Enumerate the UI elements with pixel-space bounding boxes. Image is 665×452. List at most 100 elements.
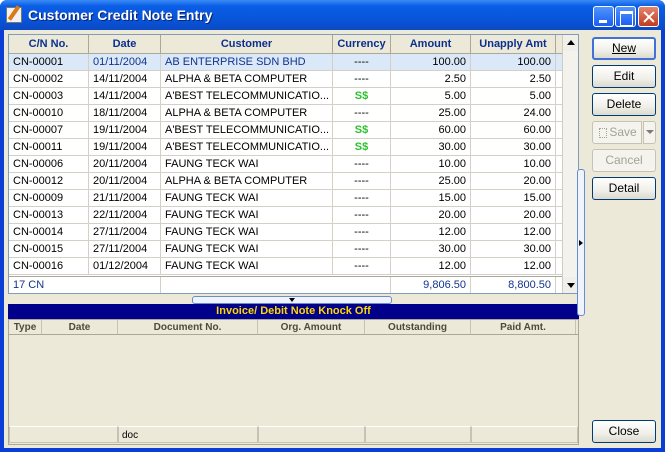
footer-cell-4	[365, 426, 471, 443]
cell-currency: ----	[333, 156, 391, 172]
cell-cn-no: CN-00006	[9, 156, 89, 172]
col-amount[interactable]: Amount	[391, 35, 471, 53]
table-row[interactable]: CN-00010 18/11/2004 ALPHA & BETA COMPUTER -…	[9, 105, 578, 122]
col-date[interactable]: Date	[89, 35, 161, 53]
cell-customer: FAUNG TECK WAI	[161, 207, 333, 223]
cell-unapply: 2.50	[471, 71, 556, 87]
edit-document-icon	[6, 7, 22, 23]
credit-note-grid[interactable]: C/N No. Date Customer Currency Amount Un…	[8, 34, 579, 294]
client-area: C/N No. Date Customer Currency Amount Un…	[4, 30, 661, 448]
save-dropdown-arrow-icon[interactable]	[643, 121, 656, 144]
col-currency[interactable]: Currency	[333, 35, 391, 53]
cell-date: 27/11/2004	[89, 241, 161, 257]
scroll-up-arrow-icon[interactable]	[563, 35, 578, 51]
detail-button[interactable]: Detail	[592, 177, 656, 200]
cell-customer: ALPHA & BETA COMPUTER	[161, 71, 333, 87]
cell-date: 27/11/2004	[89, 224, 161, 240]
amount-total: 9,806.50	[391, 277, 471, 293]
edit-button[interactable]: Edit	[592, 65, 656, 88]
cell-date: 18/11/2004	[89, 105, 161, 121]
cell-amount: 60.00	[391, 122, 471, 138]
table-row[interactable]: CN-00001 01/11/2004 AB ENTERPRISE SDN BHD -…	[9, 54, 578, 71]
cell-unapply: 100.00	[471, 54, 556, 70]
cell-amount: 30.00	[391, 241, 471, 257]
cell-amount: 100.00	[391, 54, 471, 70]
cell-amount: 10.00	[391, 156, 471, 172]
table-row[interactable]: CN-00009 21/11/2004 FAUNG TECK WAI ---- 15.0…	[9, 190, 578, 207]
minimize-button[interactable]	[593, 6, 614, 27]
cell-customer: FAUNG TECK WAI	[161, 241, 333, 257]
record-count: 17 CN	[9, 277, 161, 293]
unapply-total: 8,800.50	[471, 277, 556, 293]
table-row[interactable]: CN-00002 14/11/2004 ALPHA & BETA COMPUTER -…	[9, 71, 578, 88]
cell-customer: FAUNG TECK WAI	[161, 190, 333, 206]
col-type[interactable]: Type	[9, 320, 42, 334]
cell-amount: 25.00	[391, 105, 471, 121]
table-row[interactable]: CN-00014 27/11/2004 FAUNG TECK WAI ---- 12.0…	[9, 224, 578, 241]
cell-currency: ----	[333, 105, 391, 121]
col-ko-date[interactable]: Date	[42, 320, 118, 334]
cell-date: 14/11/2004	[89, 71, 161, 87]
cell-unapply: 12.00	[471, 258, 556, 274]
cell-amount: 25.00	[391, 173, 471, 189]
table-row[interactable]: CN-00006 20/11/2004 FAUNG TECK WAI ---- 10.0…	[9, 156, 578, 173]
table-row[interactable]: CN-00007 19/11/2004 A'BEST TELECOMMUNICATI…	[9, 122, 578, 139]
table-row[interactable]: CN-00003 14/11/2004 A'BEST TELECOMMUNICATI…	[9, 88, 578, 105]
col-outstanding[interactable]: Outstanding	[365, 320, 471, 334]
col-customer[interactable]: Customer	[161, 35, 333, 53]
col-paid-amt[interactable]: Paid Amt.	[471, 320, 576, 334]
title-bar[interactable]: Customer Credit Note Entry	[0, 0, 665, 30]
horizontal-splitter-handle[interactable]	[192, 296, 392, 304]
footer-cell-doc: doc	[118, 426, 258, 443]
cell-amount: 12.00	[391, 258, 471, 274]
cell-unapply: 20.00	[471, 207, 556, 223]
table-row[interactable]: CN-00015 27/11/2004 FAUNG TECK WAI ---- 30.0…	[9, 241, 578, 258]
col-org-amount[interactable]: Org. Amount	[258, 320, 365, 334]
col-cn-no[interactable]: C/N No.	[9, 35, 89, 53]
footer-spacer	[161, 277, 391, 293]
vertical-splitter-handle[interactable]	[577, 169, 585, 316]
cell-cn-no: CN-00001	[9, 54, 89, 70]
cell-date: 01/12/2004	[89, 258, 161, 274]
close-window-button[interactable]	[638, 6, 659, 27]
grid-body: CN-00001 01/11/2004 AB ENTERPRISE SDN BHD -…	[9, 54, 578, 275]
cell-date: 20/11/2004	[89, 173, 161, 189]
cell-currency: ----	[333, 54, 391, 70]
table-row[interactable]: CN-00016 01/12/2004 FAUNG TECK WAI ---- 12.0…	[9, 258, 578, 275]
cell-customer: ALPHA & BETA COMPUTER	[161, 105, 333, 121]
cell-cn-no: CN-00010	[9, 105, 89, 121]
close-button[interactable]: Close	[592, 420, 656, 443]
cancel-button[interactable]: Cancel	[592, 149, 656, 172]
cell-cn-no: CN-00011	[9, 139, 89, 155]
save-button[interactable]: Save	[592, 121, 642, 144]
grid-vertical-scrollbar[interactable]	[562, 35, 578, 293]
table-row[interactable]: CN-00011 19/11/2004 A'BEST TELECOMMUNICATI…	[9, 139, 578, 156]
table-row[interactable]: CN-00012 20/11/2004 ALPHA & BETA COMPUTER -…	[9, 173, 578, 190]
maximize-button[interactable]	[615, 6, 636, 27]
cell-currency: ----	[333, 207, 391, 223]
grid-summary-row: 17 CN 9,806.50 8,800.50	[9, 276, 562, 293]
cell-unapply: 60.00	[471, 122, 556, 138]
col-unapply-amt[interactable]: Unapply Amt	[471, 35, 556, 53]
cell-customer: ALPHA & BETA COMPUTER	[161, 173, 333, 189]
cell-cn-no: CN-00003	[9, 88, 89, 104]
table-row[interactable]: CN-00013 22/11/2004 FAUNG TECK WAI ---- 20.0…	[9, 207, 578, 224]
footer-cell-5	[471, 426, 578, 443]
delete-button[interactable]: Delete	[592, 93, 656, 116]
cell-date: 01/11/2004	[89, 54, 161, 70]
cell-date: 21/11/2004	[89, 190, 161, 206]
cell-amount: 2.50	[391, 71, 471, 87]
cell-date: 19/11/2004	[89, 139, 161, 155]
cell-date: 22/11/2004	[89, 207, 161, 223]
col-document-no[interactable]: Document No.	[118, 320, 258, 334]
cell-cn-no: CN-00009	[9, 190, 89, 206]
knock-off-grid[interactable]: Type Date Document No. Org. Amount Outst…	[8, 319, 579, 445]
new-button[interactable]: New	[592, 37, 656, 60]
cell-customer: FAUNG TECK WAI	[161, 156, 333, 172]
cell-currency: ----	[333, 173, 391, 189]
cell-unapply: 15.00	[471, 190, 556, 206]
edit-button-label: Edit	[613, 69, 635, 83]
cell-currency: ----	[333, 71, 391, 87]
new-button-label: New	[611, 41, 636, 55]
close-button-label: Close	[608, 424, 640, 438]
